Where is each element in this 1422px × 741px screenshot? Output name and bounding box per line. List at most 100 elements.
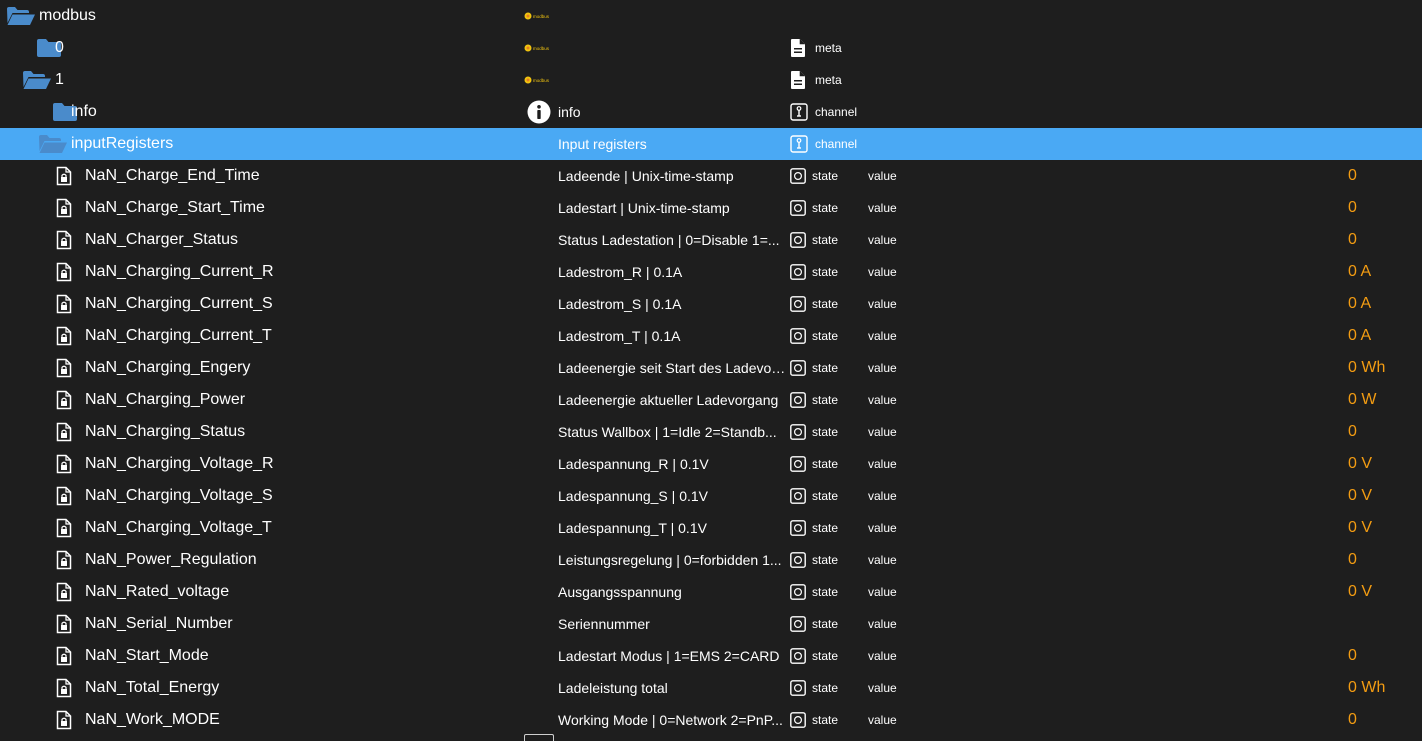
state-icon [790,320,806,352]
tree-item-description: Ladestrom_R | 0.1A [558,264,683,280]
tree-item-value[interactable]: 0 Wh [1348,672,1385,704]
adapter-logo-icon: modbus [524,0,554,32]
tree-item-value[interactable]: 0 [1348,192,1357,224]
tree-item-description: Status Ladestation | 0=Disable 1=... [558,232,780,248]
tree-item-name: 1 [55,71,64,88]
tree-item-role: value [868,681,897,695]
tree-item-role: value [868,457,897,471]
tree-item-value[interactable]: 0 [1348,416,1357,448]
tree-row-folder[interactable]: 0 modbus meta [0,32,1422,64]
tree-item-type: state [812,553,839,567]
tree-row-state[interactable]: NaN_Work_MODE Working Mode | 0=Network 2=… [0,704,1422,736]
tree-item-description: Ladeende | Unix-time-stamp [558,168,734,184]
tree-item-type: state [812,617,839,631]
lock-file-icon [56,512,72,544]
tree-row-state[interactable]: NaN_Charge_Start_Time Ladestart | Unix-ti… [0,192,1422,224]
tree-row-state[interactable]: NaN_Charging_Engery Ladeenergie seit Star… [0,352,1422,384]
lock-file-icon [56,608,72,640]
tree-row-state[interactable]: NaN_Charging_Voltage_T Ladespannung_T | 0… [0,512,1422,544]
tree-item-value[interactable]: 0 [1348,544,1357,576]
object-tree: modbus modbus 0 modbus meta 1 modbus meta info in… [0,0,1422,738]
tree-item-value[interactable]: 0 [1348,704,1357,736]
tree-item-type: state [812,361,839,375]
tree-item-name: NaN_Charger_Status [85,231,238,248]
folder-open-icon[interactable] [22,64,52,96]
tree-item-value[interactable]: 0 V [1348,576,1372,608]
tree-row-selected[interactable]: inputRegisters Input registers channel [0,128,1422,160]
tree-row-folder[interactable]: 1 modbus meta [0,64,1422,96]
tree-item-value[interactable]: 0 A [1348,320,1371,352]
tree-row-state[interactable]: NaN_Charging_Voltage_R Ladespannung_R | 0… [0,448,1422,480]
tree-item-value[interactable]: 0 V [1348,480,1372,512]
lock-file-icon [56,480,72,512]
state-icon [790,544,806,576]
tree-row-state[interactable]: NaN_Total_Energy Ladeleistung total state v… [0,672,1422,704]
tree-item-type: state [812,585,839,599]
tree-item-description: Ladespannung_R | 0.1V [558,456,709,472]
tree-row-state[interactable]: NaN_Charging_Power Ladeenergie aktueller … [0,384,1422,416]
lock-file-icon [56,192,72,224]
tree-item-type: state [812,233,839,247]
tree-item-type: state [812,297,839,311]
tree-row-state[interactable]: NaN_Charging_Voltage_S Ladespannung_S | 0… [0,480,1422,512]
tree-item-name: info [71,103,97,120]
folder-open-icon[interactable] [38,128,68,160]
tree-row-state[interactable]: NaN_Charging_Current_S Ladestrom_S | 0.1A… [0,288,1422,320]
tree-item-name: inputRegisters [71,135,174,152]
lock-file-icon [56,352,72,384]
tree-item-role: value [868,585,897,599]
state-icon [790,384,806,416]
lock-file-icon [56,320,72,352]
lock-file-icon [56,160,72,192]
lock-file-icon [56,544,72,576]
tree-item-value[interactable]: 0 Wh [1348,352,1385,384]
tree-row-folder[interactable]: info info channel [0,96,1422,128]
tree-item-value[interactable]: 0 [1348,224,1357,256]
tree-row-state[interactable]: NaN_Charge_End_Time Ladeende | Unix-time-… [0,160,1422,192]
tree-item-role: value [868,169,897,183]
lock-file-icon [56,256,72,288]
tree-row-state[interactable]: NaN_Rated_voltage Ausgangsspannung state va… [0,576,1422,608]
tree-item-type: state [812,521,839,535]
tree-item-description: Ladestart | Unix-time-stamp [558,200,730,216]
tree-row-state[interactable]: NaN_Start_Mode Ladestart Modus | 1=EMS 2=… [0,640,1422,672]
tree-item-type: state [812,329,839,343]
tree-item-role: value [868,361,897,375]
tree-item-description: Input registers [558,136,647,152]
tree-item-name: modbus [39,7,96,24]
tree-row-state[interactable]: NaN_Charging_Current_T Ladestrom_T | 0.1A… [0,320,1422,352]
lock-file-icon [56,576,72,608]
tree-row-state[interactable]: NaN_Power_Regulation Leistungsregelung | … [0,544,1422,576]
state-icon [790,576,806,608]
tree-item-value[interactable]: 0 W [1348,384,1376,416]
tree-item-type: state [812,201,839,215]
tree-row-state[interactable]: NaN_Charging_Current_R Ladestrom_R | 0.1A… [0,256,1422,288]
lock-file-icon [56,224,72,256]
tree-item-value[interactable]: 0 A [1348,288,1371,320]
tree-row-state[interactable]: NaN_Charging_Status Status Wallbox | 1=Id… [0,416,1422,448]
tree-item-role: value [868,425,897,439]
tree-row-folder[interactable]: modbus modbus [0,0,1422,32]
tree-item-value[interactable]: 0 [1348,160,1357,192]
tree-row-state[interactable]: NaN_Charger_Status Status Ladestation | 0… [0,224,1422,256]
tree-item-role: value [868,297,897,311]
tree-item-value[interactable]: 0 A [1348,256,1371,288]
tree-item-role: value [868,201,897,215]
tree-item-value[interactable]: 0 V [1348,448,1372,480]
tree-item-name: NaN_Rated_voltage [85,583,230,600]
tree-item-value[interactable]: 0 V [1348,512,1372,544]
tree-item-value[interactable]: 0 [1348,640,1357,672]
tree-item-name: NaN_Charging_Voltage_T [85,519,272,536]
tree-item-description: Ladestrom_T | 0.1A [558,328,681,344]
folder-open-icon[interactable] [6,0,36,32]
tree-item-description: Working Mode | 0=Network 2=PnP... [558,712,783,728]
lock-file-icon [56,288,72,320]
tree-item-type: meta [815,41,842,55]
tree-item-role: value [868,393,897,407]
state-icon [790,512,806,544]
tree-item-name: NaN_Charging_Current_S [85,295,273,312]
state-icon [790,256,806,288]
tree-row-state[interactable]: NaN_Serial_Number Seriennummer state value [0,608,1422,640]
lock-file-icon [56,416,72,448]
tree-item-type: state [812,681,839,695]
